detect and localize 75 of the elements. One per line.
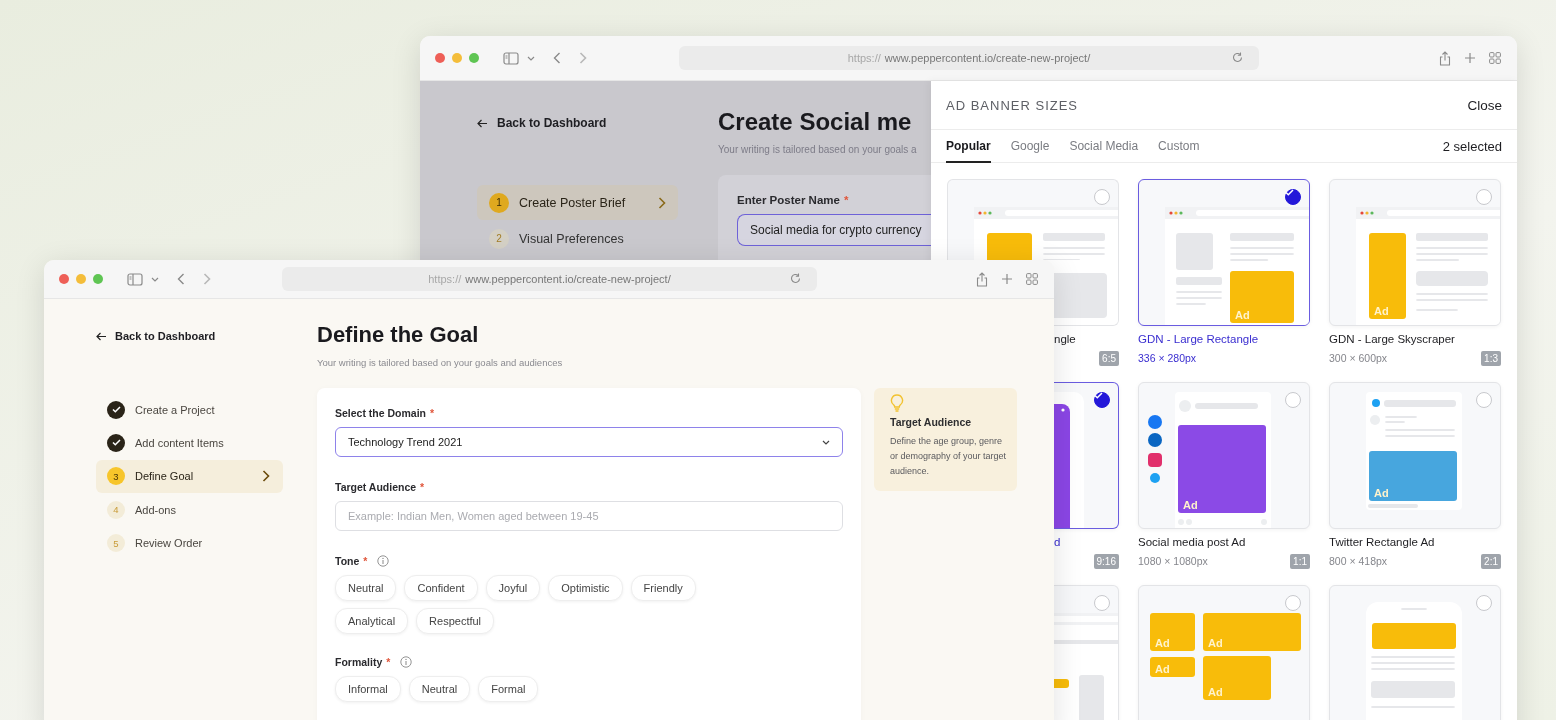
banner-name: d (1053, 536, 1062, 548)
banner-name: Social media post Ad (1138, 536, 1247, 548)
banner-name: Twitter Rectangle Ad (1329, 536, 1436, 548)
required-mark: * (363, 555, 368, 567)
ad-block: Ad (1150, 657, 1195, 677)
required-mark: * (386, 656, 391, 668)
aspect-ratio-badge: 1:1 (1290, 553, 1310, 569)
text-input[interactable]: Example: Indian Men, Women aged between 19-45 (335, 501, 843, 531)
step-item[interactable]: 3 Define Goal (96, 459, 283, 493)
option-chip[interactable]: Respectful (416, 608, 495, 634)
url-text: www.peppercontent.io/create-new-project/ (465, 273, 671, 285)
address-bar[interactable]: https:// www.peppercontent.io/create-new-project/ (679, 46, 1259, 70)
banner-card[interactable]: Ad (1138, 382, 1310, 529)
banner-size: 300 × 600px (1329, 352, 1388, 364)
option-chip[interactable]: Optimistic (548, 575, 623, 601)
address-bar[interactable]: https:// www.peppercontent.io/create-new-project/ (282, 267, 817, 291)
url-text: www.peppercontent.io/create-new-project/ (884, 52, 1091, 64)
tip-text: Define the age group, genre or demography of your target audience. (890, 435, 1007, 478)
ad-block: Ad (1369, 233, 1406, 319)
banner-name: GDN - Large Skyscraper (1329, 333, 1456, 345)
url-scheme: https:// (428, 273, 462, 285)
step-item[interactable]: 2 Visual Preferences (477, 221, 678, 256)
aspect-ratio-badge: 2:1 (1481, 553, 1501, 569)
ad-block: Ad (1178, 425, 1266, 513)
url-scheme: https:// (847, 52, 881, 64)
page-title: Create Social me (718, 108, 913, 136)
field-label: Formality (335, 656, 383, 668)
tab[interactable]: Social Media (1069, 130, 1139, 163)
step-item[interactable]: 5 Review Order (96, 526, 283, 560)
option-chip[interactable]: Neutral (408, 676, 471, 702)
option-chip[interactable]: Analytical (335, 608, 409, 634)
option-chip[interactable]: Informal (335, 676, 401, 702)
ad-block: Ad (1203, 656, 1271, 700)
tip-title: Target Audience (890, 416, 973, 428)
page-subtitle: Your writing is tailored based on your goals and audiences (317, 357, 564, 368)
aspect-ratio-badge: 6:5 (1099, 350, 1119, 366)
back-link[interactable]: Back to Dashboard (115, 330, 216, 342)
panel-title: AD BANNER SIZES (946, 97, 1079, 113)
tab[interactable]: Custom (1158, 130, 1200, 163)
field-label: Select the Domain (335, 407, 427, 419)
banner-size: 800 × 418px (1329, 555, 1388, 567)
back-link[interactable]: Back to Dashboard (497, 116, 607, 130)
text-input[interactable]: Social media for crypto currency (737, 214, 931, 246)
ad-block: Ad (1203, 613, 1301, 651)
option-chip[interactable]: Confident (404, 575, 478, 601)
field-label: Enter Poster Name (737, 194, 840, 206)
field-label: Tone (335, 555, 360, 567)
domain-select[interactable]: Technology Trend 2021 (335, 427, 843, 457)
banner-size: 1080 × 1080px (1138, 555, 1208, 567)
required-mark: * (430, 407, 435, 419)
tab[interactable]: Google (1010, 130, 1050, 163)
page-subtitle: Your writing is tailored based on your goals a (718, 144, 918, 155)
tab[interactable]: Popular (946, 130, 991, 163)
ad-block: Ad (1369, 451, 1457, 501)
banner-size: 336 × 280px (1138, 352, 1197, 364)
option-chip[interactable]: Friendly (630, 575, 696, 601)
aspect-ratio-badge: 9:16 (1093, 553, 1119, 569)
option-chip[interactable]: Neutral (335, 575, 397, 601)
required-mark: * (843, 194, 849, 206)
ad-block: Ad (1150, 613, 1195, 651)
step-item[interactable]: Add content Items (96, 426, 283, 460)
step-item[interactable]: Create a Project (96, 393, 283, 426)
option-chip[interactable]: Formal (478, 676, 539, 702)
aspect-ratio-badge: 1:3 (1481, 350, 1501, 366)
page-title: Define the Goal (317, 322, 480, 348)
option-chip[interactable]: Joyful (485, 575, 541, 601)
step-item[interactable]: 1 Create Poster Brief (477, 185, 678, 220)
close-button[interactable]: Close (1467, 97, 1502, 113)
required-mark: * (420, 481, 425, 493)
banner-name: GDN - Large Rectangle (1138, 333, 1260, 345)
step-item[interactable]: 4 Add-ons (96, 493, 283, 527)
banner-name: ngle (1053, 333, 1077, 345)
ad-block: Ad (1230, 271, 1294, 323)
field-label: Target Audience (335, 481, 417, 493)
selection-count: 2 selected (1442, 137, 1502, 156)
